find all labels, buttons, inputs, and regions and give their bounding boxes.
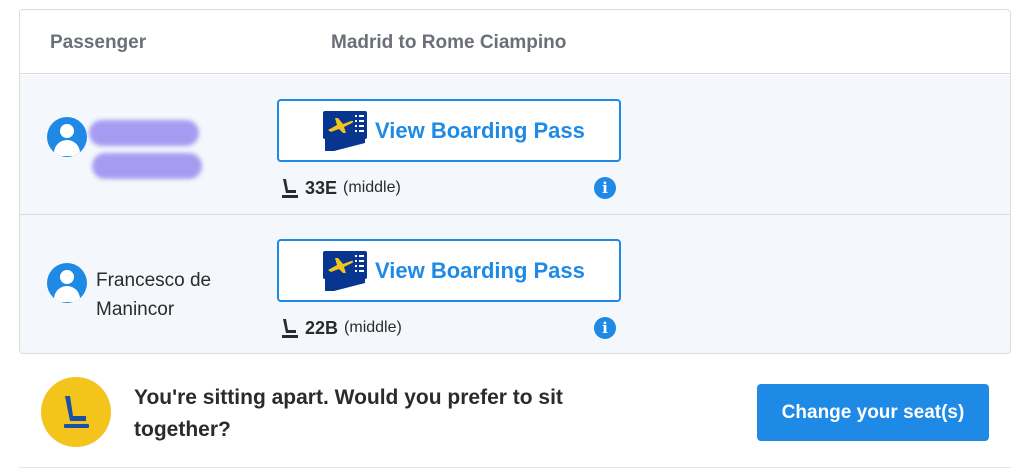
passenger-name: Francesco de Manincor <box>96 270 212 320</box>
user-avatar-icon <box>47 263 87 303</box>
info-icon[interactable]: i <box>594 317 616 339</box>
seat-type: (middle) <box>343 179 401 196</box>
boarding-pass-icon <box>323 251 367 291</box>
seat-badge-icon <box>41 377 111 447</box>
view-boarding-pass-label: View Boarding Pass <box>375 258 585 283</box>
view-boarding-pass-button[interactable]: View Boarding Pass <box>277 99 621 162</box>
view-boarding-pass-button[interactable]: View Boarding Pass <box>277 239 621 302</box>
seat-icon <box>282 319 298 338</box>
seat-number: 22B <box>305 317 339 338</box>
sitting-apart-notice: You're sitting apart. Would you prefer t… <box>0 355 1025 471</box>
redacted-name <box>89 120 199 146</box>
seat-number: 33E <box>305 177 338 198</box>
seat-info: 22B (middle) <box>279 316 402 340</box>
user-avatar-icon <box>47 117 87 157</box>
view-boarding-pass-label: View Boarding Pass <box>375 118 585 143</box>
redacted-name <box>92 153 202 179</box>
change-seats-button[interactable]: Change your seat(s) <box>757 384 989 441</box>
divider <box>19 467 1011 468</box>
route-column-header: Madrid to Rome Ciampino <box>331 32 567 53</box>
seat-info: 33E (middle) <box>279 176 401 200</box>
passenger-column-header: Passenger <box>50 32 147 53</box>
passenger-card: Passenger Madrid to Rome Ciampino View B… <box>19 9 1011 354</box>
seat-icon <box>282 179 298 198</box>
sitting-apart-message: You're sitting apart. Would you prefer t… <box>134 386 563 441</box>
boarding-pass-icon <box>323 111 367 151</box>
passenger-row: Francesco de Manincor View Boarding Pass <box>20 215 1010 353</box>
table-header: Passenger Madrid to Rome Ciampino <box>20 10 1010 74</box>
passenger-row: View Boarding Pass 33E (middle) i <box>20 75 1010 215</box>
seat-icon <box>64 396 89 428</box>
seat-type: (middle) <box>344 319 402 336</box>
info-icon[interactable]: i <box>594 177 616 199</box>
